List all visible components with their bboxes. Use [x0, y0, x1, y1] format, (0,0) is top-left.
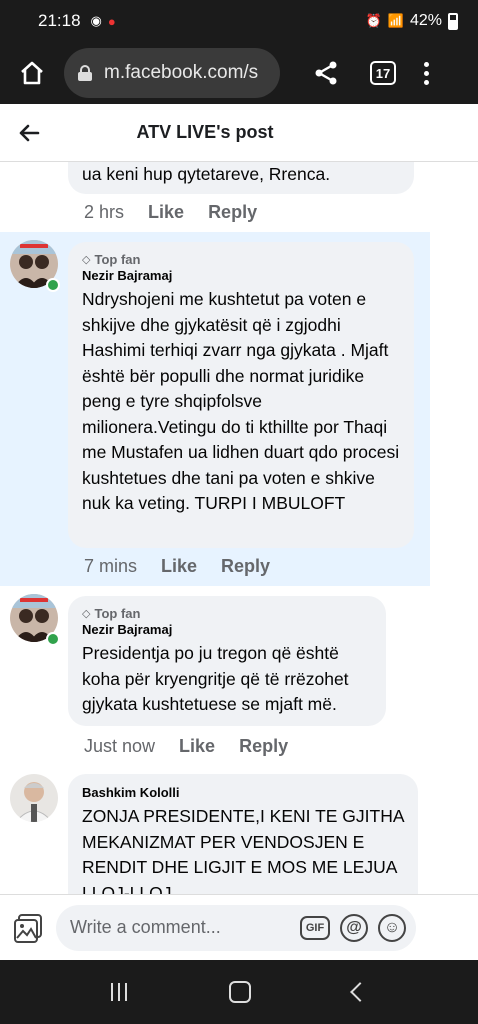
diamond-icon: ◇	[82, 608, 91, 620]
like-button[interactable]: Like	[179, 736, 215, 757]
home-button[interactable]	[14, 55, 50, 91]
recent-apps-button[interactable]	[111, 983, 127, 1001]
top-fan-badge: ◇ Top fan	[82, 252, 141, 267]
comment-bubble[interactable]: ◇ Top fan Nezir Bajramaj Ndryshojeni me …	[68, 242, 414, 548]
url-text: m.facebook.com/s	[104, 62, 259, 83]
reply-button[interactable]: Reply	[208, 202, 257, 223]
comments-list[interactable]: ua keni hup qytetareve, Rrenca. 2 hrs Li…	[0, 162, 430, 894]
notification-icon: ●	[107, 13, 116, 29]
top-fan-badge: ◇ Top fan	[82, 606, 141, 621]
comment-time: 7 mins	[84, 556, 138, 576]
avatar[interactable]	[10, 774, 58, 822]
diamond-icon: ◇	[82, 254, 91, 266]
online-indicator	[46, 632, 60, 646]
chrome-icon: ◉	[90, 13, 102, 28]
status-time: 21:18	[38, 11, 81, 30]
comment-actions: 2 hrs Like Reply	[84, 202, 257, 223]
reply-button[interactable]: Reply	[239, 736, 288, 757]
post-title: ATV LIVE's post	[136, 122, 274, 142]
like-button[interactable]: Like	[148, 202, 184, 223]
post-header: ATV LIVE's post	[0, 104, 478, 162]
gif-button[interactable]: GIF	[300, 915, 330, 940]
browser-toolbar: m.facebook.com/s 17	[0, 42, 478, 104]
url-bar[interactable]: m.facebook.com/s	[64, 48, 280, 98]
comment-text: ZONJA PRESIDENTE,I KENI TE GJITHA MEKANI…	[82, 806, 404, 894]
commenter-name[interactable]: Nezir Bajramaj	[82, 268, 400, 283]
comment-time: 2 hrs	[84, 202, 125, 222]
lock-icon	[78, 65, 92, 81]
more-options-button[interactable]	[424, 61, 429, 85]
online-indicator	[46, 278, 60, 292]
comment-composer: Write a comment... GIF @ ☺	[0, 894, 478, 960]
battery-icon	[448, 12, 458, 30]
comment-actions: 7 mins Like Reply	[84, 556, 270, 577]
comment-bubble[interactable]: ua keni hup qytetareve, Rrenca.	[68, 162, 414, 194]
reply-button[interactable]: Reply	[221, 556, 270, 577]
status-bar: 21:18 ◉ ● ⏰ 📶 42%	[0, 0, 478, 42]
comment-text: Presidentja po ju tregon që është koha p…	[82, 643, 349, 714]
system-nav-bar	[0, 960, 478, 1024]
comment-time: Just now	[84, 736, 156, 756]
commenter-name[interactable]: Bashkim Kololli	[82, 785, 404, 800]
commenter-name[interactable]: Nezir Bajramaj	[82, 622, 372, 637]
comment-bubble[interactable]: Bashkim Kololli ZONJA PRESIDENTE,I KENI …	[68, 774, 418, 894]
alarm-icon: ⏰	[365, 13, 382, 28]
comment-input[interactable]: Write a comment... GIF @ ☺	[56, 904, 416, 951]
comment-placeholder: Write a comment...	[70, 917, 221, 937]
nav-back-button[interactable]	[350, 982, 370, 1002]
comment-bubble[interactable]: ◇ Top fan Nezir Bajramaj Presidentja po …	[68, 596, 386, 726]
like-button[interactable]: Like	[161, 556, 197, 577]
share-icon[interactable]	[312, 59, 340, 87]
comment-text: ua keni hup qytetareve, Rrenca.	[82, 164, 331, 184]
battery-percent: 42%	[409, 12, 442, 29]
comment-text: Ndryshojeni me kushtetut pa voten e shki…	[82, 289, 400, 513]
scroll-gutter	[430, 162, 478, 894]
home-icon	[21, 61, 43, 85]
nav-home-button[interactable]	[229, 981, 251, 1003]
mention-button[interactable]: @	[340, 913, 368, 942]
emoji-icon[interactable]: ☺	[378, 913, 406, 942]
comment-actions: Just now Like Reply	[84, 736, 288, 757]
gallery-icon[interactable]	[12, 911, 46, 945]
tabs-button[interactable]: 17	[370, 61, 396, 85]
status-right: ⏰ 📶 42%	[366, 12, 458, 30]
wifi-icon: 📶	[387, 13, 404, 28]
